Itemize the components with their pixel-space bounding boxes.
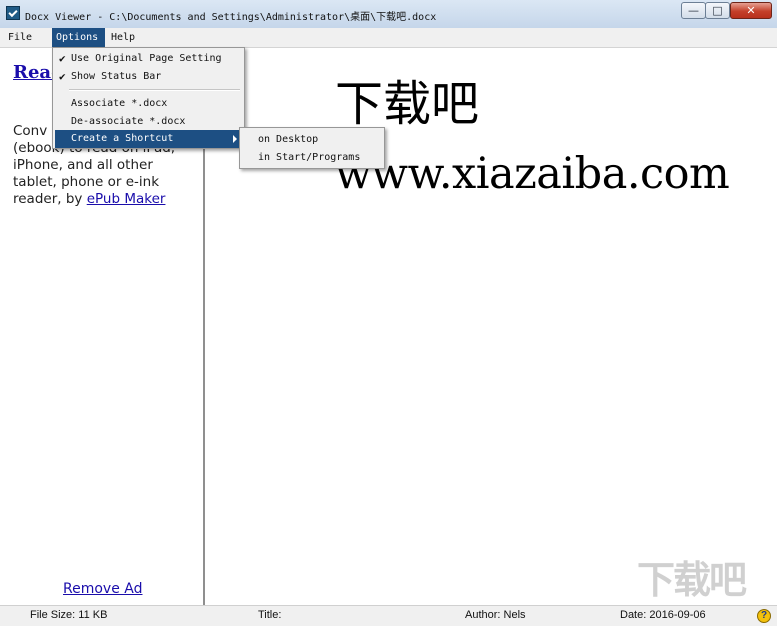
menu-item-use-original-page-setting[interactable]: ✔ Use Original Page Setting <box>55 50 242 68</box>
menu-item-label: Show Status Bar <box>71 71 162 82</box>
menu-item-label: Associate *.docx <box>71 98 168 109</box>
submenu-item-on-desktop[interactable]: on Desktop <box>242 131 382 149</box>
status-bar: File Size: 11 KB Title: Author: Nels Dat… <box>0 605 777 626</box>
document-url-text: www.xiazaiba.com <box>335 149 730 199</box>
watermark-logo: 下载吧 <box>637 558 747 602</box>
menu-item-label: Use Original Page Setting <box>71 53 222 64</box>
checkmark-icon: ✔ <box>59 70 66 83</box>
menu-item-associate-docx[interactable]: Associate *.docx <box>55 95 242 113</box>
menu-bar: File Options Help <box>0 28 777 48</box>
options-dropdown-menu: ✔ Use Original Page Setting ✔ Show Statu… <box>52 47 245 149</box>
maximize-button[interactable]: □ <box>705 2 730 19</box>
app-icon <box>6 6 20 20</box>
submenu-arrow-icon <box>233 135 237 143</box>
document-heading: 下载吧 <box>335 76 480 132</box>
submenu-item-start-programs[interactable]: in Start/Programs <box>242 149 382 167</box>
shortcut-submenu: on Desktop in Start/Programs <box>239 127 385 169</box>
help-icon[interactable]: ? <box>757 609 771 623</box>
menu-options[interactable]: Options <box>52 28 105 47</box>
status-file-size: File Size: 11 KB <box>30 609 108 621</box>
remove-ad-link[interactable]: Remove Ad <box>63 581 142 597</box>
status-author: Author: Nels <box>465 609 526 621</box>
close-button[interactable]: ✕ <box>730 2 772 19</box>
checkmark-icon: ✔ <box>59 52 66 65</box>
status-date: Date: 2016-09-06 <box>620 609 706 621</box>
epub-maker-link[interactable]: ePub Maker <box>87 191 166 207</box>
status-title: Title: <box>258 609 282 621</box>
menu-item-show-status-bar[interactable]: ✔ Show Status Bar <box>55 68 242 86</box>
title-bar: Docx Viewer - C:\Documents and Settings\… <box>0 0 777 29</box>
window-title: Docx Viewer - C:\Documents and Settings\… <box>25 12 437 23</box>
menu-help[interactable]: Help <box>107 28 139 47</box>
menu-separator <box>69 89 240 91</box>
menu-item-label: De-associate *.docx <box>71 116 186 127</box>
menu-file[interactable]: File <box>4 28 36 47</box>
menu-item-de-associate-docx[interactable]: De-associate *.docx <box>55 113 242 131</box>
menu-item-label: Create a Shortcut <box>71 133 174 144</box>
minimize-button[interactable]: — <box>681 2 706 19</box>
menu-item-create-shortcut[interactable]: Create a Shortcut <box>55 130 242 148</box>
